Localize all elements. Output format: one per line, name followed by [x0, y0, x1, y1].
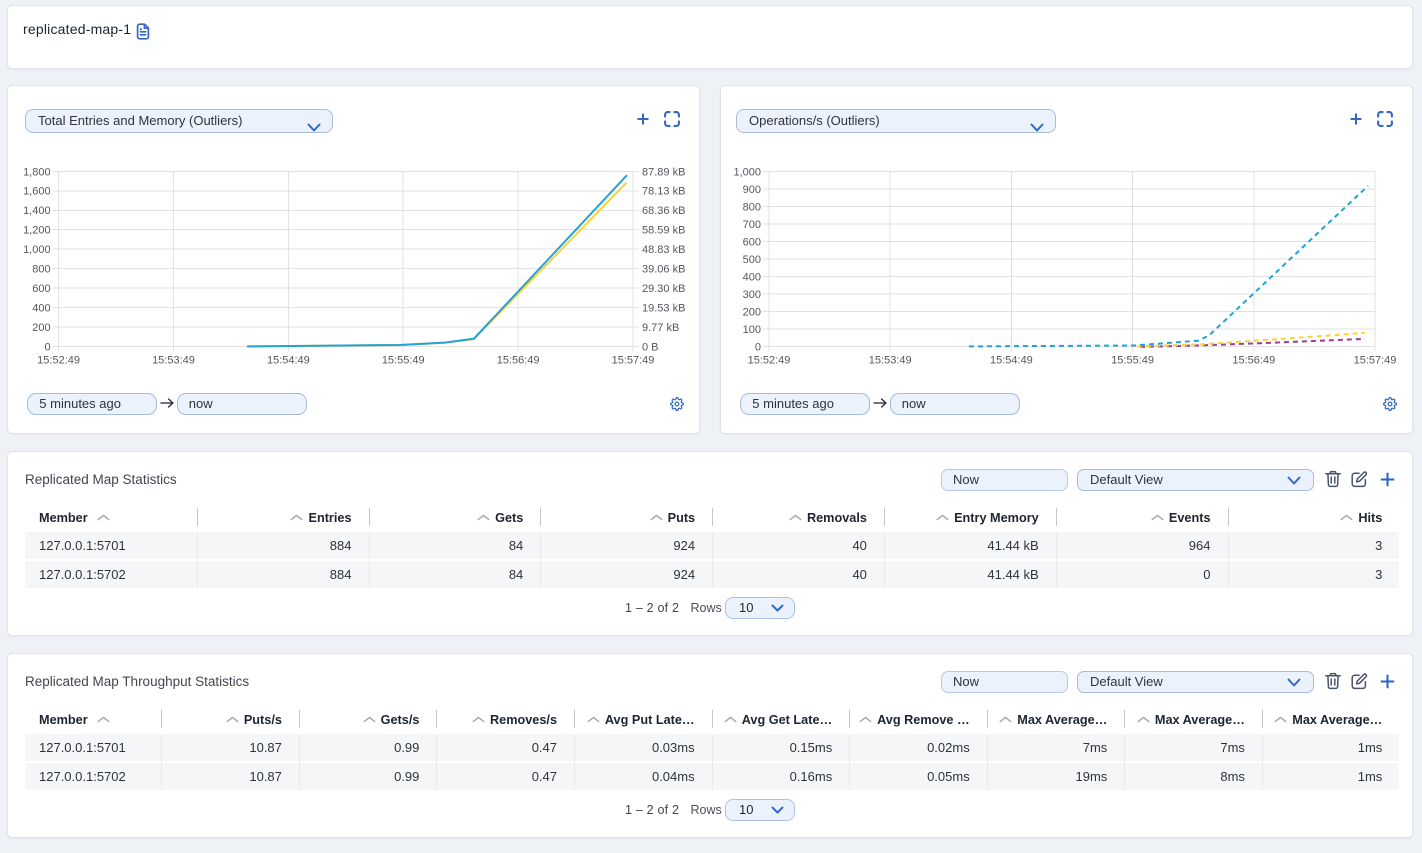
svg-text:19.53 kB: 19.53 kB [642, 302, 685, 314]
svg-text:48.83 kB: 48.83 kB [642, 244, 685, 256]
svg-text:400: 400 [32, 302, 50, 314]
svg-text:87.89 kB: 87.89 kB [642, 166, 685, 178]
svg-text:1,000: 1,000 [733, 166, 761, 178]
svg-text:200: 200 [743, 306, 761, 318]
svg-text:15:56:49: 15:56:49 [1232, 355, 1275, 367]
svg-text:15:55:49: 15:55:49 [1111, 355, 1154, 367]
svg-text:400: 400 [743, 271, 761, 283]
svg-text:900: 900 [743, 184, 761, 196]
svg-text:15:54:49: 15:54:49 [267, 355, 310, 367]
svg-text:800: 800 [743, 201, 761, 213]
svg-text:500: 500 [743, 254, 761, 266]
svg-text:0: 0 [755, 341, 761, 353]
svg-text:15:52:49: 15:52:49 [748, 355, 791, 367]
svg-text:1,600: 1,600 [23, 186, 51, 198]
svg-text:15:57:49: 15:57:49 [1354, 355, 1397, 367]
svg-text:15:54:49: 15:54:49 [990, 355, 1033, 367]
svg-text:39.06 kB: 39.06 kB [642, 264, 685, 276]
svg-text:15:55:49: 15:55:49 [382, 355, 425, 367]
svg-text:0: 0 [44, 341, 50, 353]
svg-text:600: 600 [743, 236, 761, 248]
svg-text:15:53:49: 15:53:49 [152, 355, 195, 367]
svg-text:100: 100 [743, 324, 761, 336]
svg-text:15:53:49: 15:53:49 [869, 355, 912, 367]
svg-text:78.13 kB: 78.13 kB [642, 186, 685, 198]
svg-text:15:52:49: 15:52:49 [37, 355, 80, 367]
svg-text:1,200: 1,200 [23, 225, 51, 237]
svg-text:800: 800 [32, 264, 50, 276]
svg-text:15:57:49: 15:57:49 [612, 355, 655, 367]
svg-text:1,000: 1,000 [23, 244, 51, 256]
svg-text:29.30 kB: 29.30 kB [642, 283, 685, 295]
svg-text:1,800: 1,800 [23, 166, 51, 178]
svg-text:600: 600 [32, 283, 50, 295]
svg-text:1,400: 1,400 [23, 205, 51, 217]
svg-text:200: 200 [32, 322, 50, 334]
svg-text:15:56:49: 15:56:49 [497, 355, 540, 367]
svg-text:300: 300 [743, 289, 761, 301]
svg-text:0 B: 0 B [642, 341, 659, 353]
svg-text:700: 700 [743, 219, 761, 231]
svg-text:58.59 kB: 58.59 kB [642, 225, 685, 237]
svg-text:68.36 kB: 68.36 kB [642, 205, 685, 217]
svg-text:9.77 kB: 9.77 kB [642, 322, 679, 334]
